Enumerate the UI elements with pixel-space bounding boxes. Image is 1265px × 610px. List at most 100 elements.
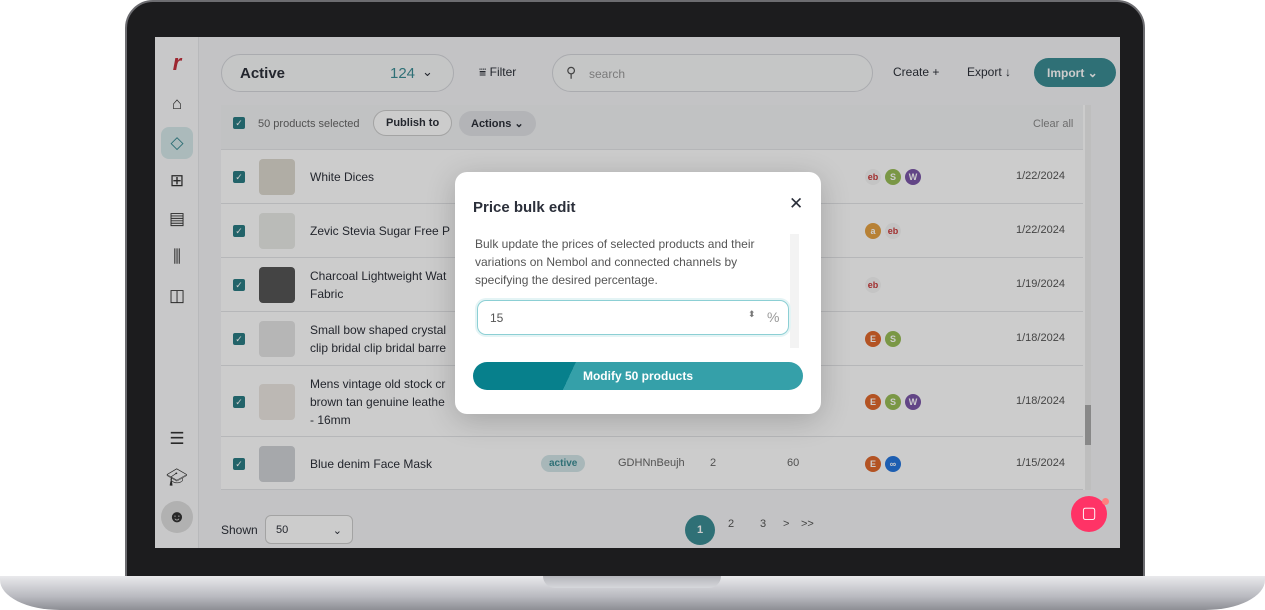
plus-icon: + xyxy=(929,65,940,79)
ebay-channel-icon: eb xyxy=(865,169,881,185)
clear-all-link[interactable]: Clear all xyxy=(1033,118,1073,130)
layout-icon[interactable]: ◫ xyxy=(161,280,193,312)
date: 1/19/2024 xyxy=(1016,278,1065,290)
product-name[interactable]: Mens vintage old stock cr brown tan genu… xyxy=(310,375,460,429)
chevron-down-icon: ⌄ xyxy=(511,118,524,130)
scrollbar[interactable] xyxy=(1085,105,1091,490)
product-thumbnail xyxy=(259,445,295,482)
ebay-channel-icon: eb xyxy=(885,223,901,239)
laptop-notch xyxy=(543,576,721,588)
product-name[interactable]: White Dices xyxy=(310,168,460,186)
selected-count: 50 products selected xyxy=(258,118,360,130)
document-icon[interactable]: ▤ xyxy=(161,203,193,235)
date: 1/22/2024 xyxy=(1016,170,1065,182)
sku: GDHNnBeujh xyxy=(618,456,685,469)
import-button[interactable]: Import ⌄ xyxy=(1034,58,1116,87)
row-checkbox[interactable]: ✓ xyxy=(233,457,245,470)
last-page-button[interactable]: >> xyxy=(801,518,814,530)
percentage-input[interactable]: 15 ⬍ % xyxy=(477,300,789,335)
import-label: Import xyxy=(1047,66,1085,80)
avatar[interactable]: ☻ xyxy=(161,501,193,533)
product-thumbnail xyxy=(259,267,295,303)
page-1-button[interactable]: 1 xyxy=(685,515,715,545)
percent-unit: % xyxy=(767,309,780,325)
page-size-value: 50 xyxy=(276,524,289,536)
tag-icon[interactable]: ◇ xyxy=(161,127,193,159)
row-checkbox[interactable]: ✓ xyxy=(233,395,245,408)
product-name[interactable]: Blue denim Face Mask xyxy=(310,455,460,473)
modify-products-button[interactable]: Modify 50 products xyxy=(473,362,803,390)
select-all-checkbox[interactable]: ✓ xyxy=(233,117,245,129)
close-icon[interactable]: ✕ xyxy=(789,194,803,214)
actions-label: Actions xyxy=(471,118,512,130)
selection-bar: ✓ 50 products selected Publish to Action… xyxy=(221,105,1083,150)
shopify-channel-icon: S xyxy=(885,331,901,347)
filter-icon: ⩸ xyxy=(479,65,490,79)
date: 1/22/2024 xyxy=(1016,224,1065,236)
ebay-channel-icon: eb xyxy=(865,277,881,293)
status-filter-label: Active xyxy=(240,65,286,82)
product-name[interactable]: Zevic Stevia Sugar Free P xyxy=(310,222,460,240)
search-placeholder: search xyxy=(589,67,626,81)
chevron-down-icon: ⌄ xyxy=(422,64,433,79)
date: 1/18/2024 xyxy=(1016,394,1065,407)
export-label: Export xyxy=(967,65,1002,79)
variations-count: 2 xyxy=(710,456,717,469)
product-thumbnail xyxy=(259,383,295,420)
page-size-select[interactable]: 50 ⌄ xyxy=(265,515,353,544)
page-2-button[interactable]: 2 xyxy=(728,518,734,530)
apps-add-icon[interactable]: ⊞ xyxy=(161,165,193,197)
page-3-button[interactable]: 3 xyxy=(760,518,766,530)
product-thumbnail xyxy=(259,159,295,195)
chat-button[interactable]: ▢ xyxy=(1071,496,1109,532)
create-button[interactable]: Create + xyxy=(893,65,939,79)
status-count: 124 xyxy=(390,65,416,82)
shopify-channel-icon: S xyxy=(885,393,901,410)
etsy-channel-icon: E xyxy=(865,331,881,347)
nembol-logo[interactable]: r xyxy=(161,47,193,79)
search-input[interactable]: ⚲ search xyxy=(552,54,873,92)
filter-button[interactable]: ⩸ Filter xyxy=(479,65,516,80)
bar-chart-icon[interactable]: ⫼ xyxy=(161,241,193,273)
create-label: Create xyxy=(893,65,930,79)
product-thumbnail xyxy=(259,213,295,249)
quantity: 60 xyxy=(787,456,800,469)
chevron-down-icon: ⌄ xyxy=(332,525,342,537)
chat-icon: ▢ xyxy=(1081,505,1097,522)
sidebar: r ⌂ ◇ ⊞ ▤ ⫼ ◫ ☰ 🎓︎ ☻ xyxy=(155,37,199,548)
export-button[interactable]: Export ↓ xyxy=(967,65,1011,79)
modal-description: Bulk update the prices of selected produ… xyxy=(475,237,755,287)
checklist-icon[interactable]: ☰ xyxy=(161,423,193,455)
actions-button[interactable]: Actions ⌄ xyxy=(459,111,536,136)
status-filter-dropdown[interactable]: Active 124 ⌄ xyxy=(221,54,454,92)
etsy-channel-icon: E xyxy=(865,393,881,410)
row-checkbox[interactable]: ✓ xyxy=(233,171,245,183)
modal-title: Price bulk edit xyxy=(473,199,576,216)
percentage-value: 15 xyxy=(490,311,504,325)
chevron-down-icon: ⌄ xyxy=(1084,66,1098,80)
modal-scrollbar[interactable] xyxy=(790,234,799,348)
search-icon: ⚲ xyxy=(566,64,577,80)
filter-label: Filter xyxy=(489,65,517,79)
next-page-button[interactable]: > xyxy=(783,518,789,530)
home-icon[interactable]: ⌂ xyxy=(161,88,193,120)
table-row[interactable]: ✓ Blue denim Face Mask active GDHNnBeujh … xyxy=(221,437,1083,490)
status-badge: active xyxy=(541,454,586,472)
shopify-channel-icon: S xyxy=(885,169,901,185)
app-screen: r ⌂ ◇ ⊞ ▤ ⫼ ◫ ☰ 🎓︎ ☻ Active 124 ⌄ ⩸ Filt… xyxy=(155,37,1120,548)
product-thumbnail xyxy=(259,321,295,357)
product-name[interactable]: Small bow shaped crystal clip bridal cli… xyxy=(310,321,460,357)
graduation-cap-icon[interactable]: 🎓︎ xyxy=(161,462,193,494)
row-checkbox[interactable]: ✓ xyxy=(233,225,245,237)
product-name[interactable]: Charcoal Lightweight Wat Fabric xyxy=(310,267,460,303)
price-bulk-edit-modal: Price bulk edit ✕ Bulk update the prices… xyxy=(455,172,821,414)
row-checkbox[interactable]: ✓ xyxy=(233,333,245,345)
stepper-icon[interactable]: ⬍ xyxy=(748,309,756,320)
publish-to-button[interactable]: Publish to xyxy=(373,110,453,136)
date: 1/15/2024 xyxy=(1016,456,1065,469)
amazon-channel-icon: a xyxy=(865,223,881,239)
row-checkbox[interactable]: ✓ xyxy=(233,279,245,291)
woocommerce-channel-icon: W xyxy=(905,169,921,185)
arrow-down-icon: ↓ xyxy=(1001,65,1012,79)
shown-label: Shown xyxy=(221,523,258,537)
